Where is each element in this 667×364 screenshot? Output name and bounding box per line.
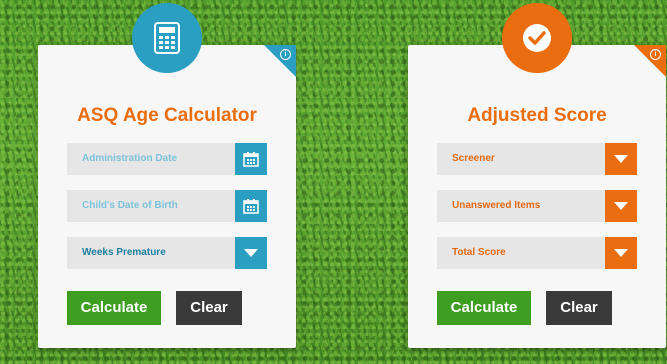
info-corner[interactable] [634, 45, 666, 77]
dropdown-button[interactable] [235, 237, 267, 269]
clear-button[interactable]: Clear [176, 291, 242, 325]
dropdown-button[interactable] [605, 237, 637, 269]
page-title: Adjusted Score [467, 105, 607, 126]
age-calculator-card: i ASQ Age Calculator Administration Date… [38, 3, 296, 348]
calendar-icon [243, 152, 259, 167]
field-label: Weeks Premature [82, 247, 166, 258]
chevron-down-icon [614, 202, 628, 210]
calculate-button[interactable]: Calculate [67, 291, 161, 325]
chevron-down-icon [244, 249, 258, 257]
field-label: Child's Date of Birth [82, 200, 178, 211]
chevron-down-icon [614, 249, 628, 257]
info-corner[interactable] [264, 45, 296, 77]
calculator-badge [132, 3, 202, 73]
unanswered-items-select[interactable]: Unanswered Items [437, 190, 637, 222]
field-label: Unanswered Items [452, 200, 541, 211]
field-label: Total Score [452, 247, 506, 258]
checkmark-badge [502, 3, 572, 73]
checkmark-icon [523, 24, 551, 52]
weeks-premature-select[interactable]: Weeks Premature [67, 237, 267, 269]
info-icon[interactable]: i [280, 49, 291, 60]
dropdown-button[interactable] [605, 190, 637, 222]
calculate-button[interactable]: Calculate [437, 291, 531, 325]
calendar-icon [243, 199, 259, 214]
field-label: Administration Date [82, 153, 178, 164]
date-of-birth-field[interactable]: Child's Date of Birth [67, 190, 267, 222]
page-title: ASQ Age Calculator [77, 105, 257, 126]
calendar-button[interactable] [235, 190, 267, 222]
dropdown-button[interactable] [605, 143, 637, 175]
adjusted-score-card: i Adjusted Score Screener Unanswered Ite… [408, 3, 666, 348]
screener-select[interactable]: Screener [437, 143, 637, 175]
total-score-select[interactable]: Total Score [437, 237, 637, 269]
chevron-down-icon [614, 155, 628, 163]
calendar-button[interactable] [235, 143, 267, 175]
info-icon[interactable]: i [650, 49, 661, 60]
clear-button[interactable]: Clear [546, 291, 612, 325]
calculator-icon [154, 22, 180, 54]
administration-date-field[interactable]: Administration Date [67, 143, 267, 175]
field-label: Screener [452, 153, 495, 164]
